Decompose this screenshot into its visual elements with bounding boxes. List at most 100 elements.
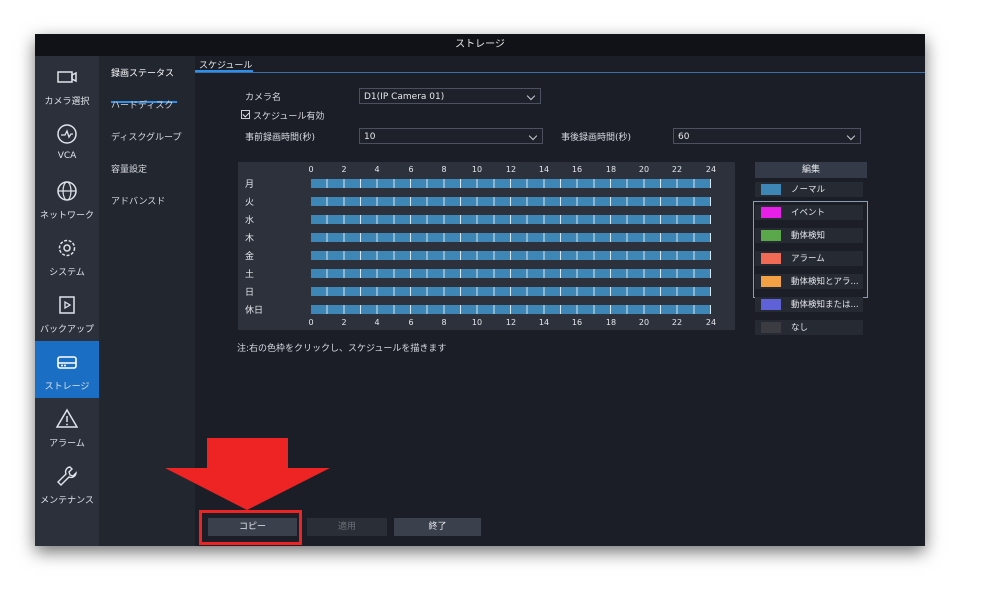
legend-motion-and-alarm[interactable]: 動体検知とアラ...: [755, 274, 863, 289]
legend-event[interactable]: イベント: [755, 205, 863, 220]
hour-tick-bottom: 4: [374, 318, 380, 327]
legend-label: イベント: [791, 208, 826, 218]
hour-tick-top: 18: [605, 165, 617, 174]
legend-swatch: [761, 230, 781, 241]
day-label: 水: [245, 216, 255, 226]
schedule-row[interactable]: [311, 251, 711, 260]
nav-camera-label: カメラ選択: [44, 97, 90, 107]
hour-tick-top: 20: [638, 165, 650, 174]
nav-storage[interactable]: ストレージ: [35, 341, 99, 398]
schedule-row[interactable]: [311, 215, 711, 224]
schedule-row[interactable]: [311, 287, 711, 296]
day-label: 土: [245, 270, 255, 280]
nav-system-label: システム: [49, 268, 85, 278]
pointer-arrow-icon: [165, 438, 330, 510]
wrench-icon: [57, 466, 77, 486]
schedule-row[interactable]: [311, 179, 711, 188]
schedule-row[interactable]: [311, 269, 711, 278]
pre-record-label: 事前録画時間(秒): [245, 133, 316, 143]
day-label: 火: [245, 198, 255, 208]
hour-tick-bottom: 20: [638, 318, 650, 327]
hour-tick-bottom: 22: [671, 318, 683, 327]
nav-vca-label: VCA: [57, 151, 77, 161]
hour-tick-bottom: 2: [341, 318, 347, 327]
storage-icon: [57, 356, 77, 369]
hour-tick-bottom: 0: [308, 318, 314, 327]
subnav-hard-disk[interactable]: ハードディスク: [111, 98, 195, 111]
tab-active-indicator: [195, 70, 253, 72]
camera-icon: [57, 71, 77, 83]
nav-alarm-label: アラーム: [49, 439, 85, 449]
schedule-note: 注:右の色枠をクリックし、スケジュールを描きます: [237, 344, 447, 354]
schedule-row[interactable]: [311, 305, 711, 314]
end-button[interactable]: 終了: [394, 518, 481, 536]
camera-select[interactable]: D1(IP Camera 01): [359, 88, 541, 104]
legend-motion-or-alarm[interactable]: 動体検知または...: [755, 297, 863, 312]
tab-bar: スケジュール: [195, 56, 925, 73]
post-record-label: 事後録画時間(秒): [561, 133, 632, 143]
legend-label: 動体検知とアラ...: [791, 277, 859, 287]
schedule-grid: 0 2 4 6 8 10 12 14 16 18 20 22 24 月 火 水 …: [238, 162, 735, 330]
schedule-row[interactable]: [311, 233, 711, 242]
nav-maintenance-label: メンテナンス: [40, 496, 94, 506]
legend-swatch: [761, 207, 781, 218]
subnav-capacity[interactable]: 容量設定: [111, 162, 195, 175]
hour-tick-top: 4: [374, 165, 380, 174]
edit-button[interactable]: 編集: [755, 162, 867, 178]
legend-normal[interactable]: ノーマル: [755, 182, 863, 197]
legend-swatch: [761, 276, 781, 287]
nav-system[interactable]: システム: [35, 227, 99, 284]
legend-alarm[interactable]: アラーム: [755, 251, 863, 266]
main-nav: カメラ選択 VCA ネットワーク システム バックアップ ストレージ アラーム: [35, 56, 99, 546]
hour-tick-top: 14: [538, 165, 550, 174]
hour-tick-top: 0: [308, 165, 314, 174]
legend-label: アラーム: [791, 254, 825, 264]
nav-camera[interactable]: カメラ選択: [35, 56, 99, 113]
warning-icon: [55, 408, 79, 428]
hour-tick-bottom: 16: [571, 318, 583, 327]
pre-record-select[interactable]: 10: [359, 128, 543, 144]
legend-swatch: [761, 253, 781, 264]
hour-tick-bottom: 8: [441, 318, 447, 327]
nav-backup[interactable]: バックアップ: [35, 284, 99, 341]
nav-vca[interactable]: VCA: [35, 113, 99, 170]
camera-select-value: D1(IP Camera 01): [364, 92, 445, 102]
hour-tick-top: 6: [408, 165, 414, 174]
hour-tick-top: 24: [705, 165, 717, 174]
nav-storage-label: ストレージ: [44, 382, 90, 392]
hour-tick-top: 8: [441, 165, 447, 174]
legend-none[interactable]: なし: [755, 320, 863, 335]
backup-icon: [59, 296, 75, 314]
hour-tick-top: 12: [505, 165, 517, 174]
nav-network[interactable]: ネットワーク: [35, 170, 99, 227]
day-label: 休日: [245, 306, 264, 316]
legend-label: ノーマル: [791, 185, 826, 195]
chevron-down-icon: [528, 131, 538, 141]
nav-alarm[interactable]: アラーム: [35, 398, 99, 455]
legend-label: なし: [791, 323, 809, 333]
schedule-row[interactable]: [311, 197, 711, 206]
subnav-disk-group[interactable]: ディスクグループ: [111, 130, 195, 143]
hour-tick-top: 22: [671, 165, 683, 174]
copy-highlight-box: [199, 510, 302, 545]
hour-tick-bottom: 6: [408, 318, 414, 327]
gear-icon: [58, 239, 76, 257]
chevron-down-icon: [846, 131, 856, 141]
subnav-advanced[interactable]: アドバンスド: [111, 194, 195, 207]
legend-motion[interactable]: 動体検知: [755, 228, 863, 243]
day-label: 木: [245, 234, 255, 244]
vca-icon: [57, 124, 77, 144]
hour-tick-top: 10: [471, 165, 483, 174]
window-title: ストレージ: [35, 34, 925, 56]
legend-swatch: [761, 322, 781, 333]
day-label: 月: [245, 180, 255, 190]
day-label: 日: [245, 288, 255, 298]
schedule-enabled-checkbox[interactable]: [241, 110, 250, 119]
subnav-record-status[interactable]: 録画ステータス: [111, 66, 195, 79]
nav-network-label: ネットワーク: [39, 211, 94, 221]
hour-tick-top: 2: [341, 165, 347, 174]
legend-swatch: [761, 299, 781, 310]
pre-record-value: 10: [364, 132, 376, 142]
post-record-select[interactable]: 60: [673, 128, 861, 144]
nav-maintenance[interactable]: メンテナンス: [35, 455, 99, 512]
